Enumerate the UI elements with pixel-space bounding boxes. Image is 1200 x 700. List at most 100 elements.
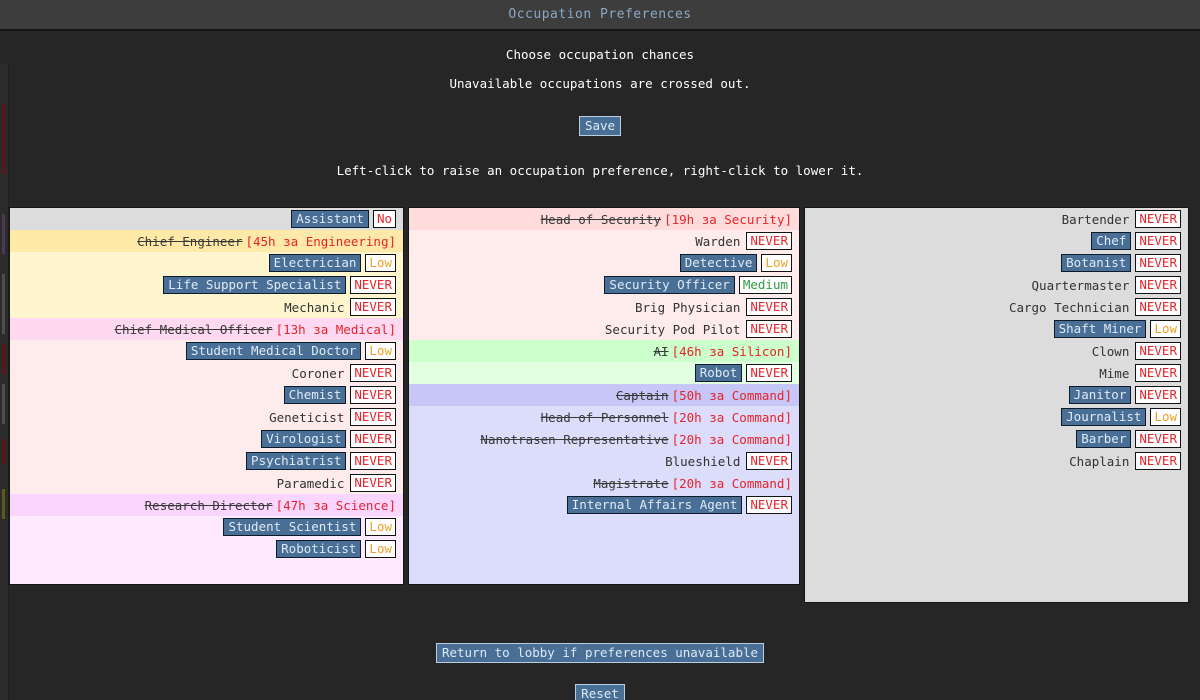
occupation-name: Research Director xyxy=(144,497,273,513)
occupation-row: Clown NEVER xyxy=(805,340,1188,362)
preference-badge[interactable]: Low xyxy=(365,342,396,360)
preference-badge[interactable]: NEVER xyxy=(746,298,792,316)
occupation-name[interactable]: Chemist xyxy=(283,386,347,404)
preference-badge[interactable]: Low xyxy=(761,254,792,272)
occupation-row: Assistant No xyxy=(10,208,403,230)
requirement-note: [20h за Command] xyxy=(671,431,792,447)
occupation-name[interactable]: Robot xyxy=(694,364,743,382)
preference-badge[interactable]: Low xyxy=(365,540,396,558)
occupation-row: Cargo Technician NEVER xyxy=(805,296,1188,318)
occupation-row: Head of Security [19h за Security] xyxy=(409,208,799,230)
occupation-row: Captain [50h за Command] xyxy=(409,384,799,406)
return-to-lobby-wrap: Return to lobby if preferences unavailab… xyxy=(0,642,1200,663)
column-right: Bartender NEVER Chef NEVER Botanist NEVER Quar… xyxy=(804,207,1189,603)
occupation-name[interactable]: Assistant xyxy=(291,210,369,228)
preference-badge[interactable]: Low xyxy=(365,254,396,272)
occupation-row: Chief Medical Officer [13h за Medical] xyxy=(10,318,403,340)
preference-badge[interactable]: NEVER xyxy=(350,452,396,470)
occupation-name: Security Pod Pilot xyxy=(604,321,741,337)
occupation-name[interactable]: Shaft Miner xyxy=(1053,320,1147,338)
occupation-row: Internal Affairs Agent NEVER xyxy=(409,494,799,516)
preference-badge[interactable]: NEVER xyxy=(1135,386,1181,404)
preference-badge[interactable]: NEVER xyxy=(1135,276,1181,294)
occupation-name[interactable]: Electrician xyxy=(268,254,362,272)
preference-badge[interactable]: NEVER xyxy=(350,298,396,316)
preference-badge[interactable]: NEVER xyxy=(1135,298,1181,316)
preference-badge[interactable]: Low xyxy=(1150,408,1181,426)
requirement-note: [50h за Command] xyxy=(671,387,792,403)
preference-badge[interactable]: Medium xyxy=(738,276,792,294)
intro-line-2: Unavailable occupations are crossed out. xyxy=(449,76,751,91)
occupation-row: Chef NEVER xyxy=(805,230,1188,252)
preference-badge[interactable]: NEVER xyxy=(746,320,792,338)
preference-badge[interactable]: NEVER xyxy=(350,386,396,404)
occupation-name[interactable]: Virologist xyxy=(261,430,347,448)
preference-badge[interactable]: NEVER xyxy=(350,430,396,448)
column-left: Assistant No Chief Engineer [45h за Enginee… xyxy=(9,207,404,585)
occupation-row: Blueshield NEVER xyxy=(409,450,799,472)
requirement-note: [19h за Security] xyxy=(664,211,792,227)
preference-badge[interactable]: NEVER xyxy=(350,276,396,294)
occupation-row: Nanotrasen Representative [20h за Command… xyxy=(409,428,799,450)
occupation-row: Mechanic NEVER xyxy=(10,296,403,318)
occupation-name[interactable]: Life Support Specialist xyxy=(163,276,347,294)
occupation-name: Bartender xyxy=(1061,211,1130,227)
occupation-name: Nanotrasen Representative xyxy=(480,431,669,447)
occupation-name[interactable]: Chef xyxy=(1091,232,1132,250)
column-middle: Head of Security [19h за Security] Warden N… xyxy=(408,207,800,585)
preference-badge[interactable]: NEVER xyxy=(1135,364,1181,382)
preference-badge[interactable]: NEVER xyxy=(350,408,396,426)
occupation-row: Magistrate [20h за Command] xyxy=(409,472,799,494)
requirement-note: [46h за Silicon] xyxy=(671,343,792,359)
occupation-row: Chaplain NEVER xyxy=(805,450,1188,472)
preference-badge[interactable]: Low xyxy=(365,518,396,536)
occupation-name[interactable]: Botanist xyxy=(1061,254,1132,272)
occupation-name[interactable]: Student Medical Doctor xyxy=(185,342,362,360)
occupation-name[interactable]: Student Scientist xyxy=(223,518,362,536)
occupation-row: Botanist NEVER xyxy=(805,252,1188,274)
occupation-row: Psychiatrist NEVER xyxy=(10,450,403,472)
preference-badge[interactable]: NEVER xyxy=(746,452,792,470)
save-button[interactable]: Save xyxy=(578,116,622,136)
occupation-row: Security Officer Medium xyxy=(409,274,799,296)
occupation-row: Journalist Low xyxy=(805,406,1188,428)
occupation-name[interactable]: Security Officer xyxy=(604,276,735,294)
occupation-name: Chief Medical Officer xyxy=(114,321,273,337)
occupation-row: Head of Personnel [20h за Command] xyxy=(409,406,799,428)
occupation-name[interactable]: Detective xyxy=(679,254,758,272)
requirement-note: [20h за Command] xyxy=(671,409,792,425)
occupation-row: Security Pod Pilot NEVER xyxy=(409,318,799,340)
occupation-name: Magistrate xyxy=(593,475,669,491)
occupation-name: Coroner xyxy=(291,365,345,381)
occupation-row: Mime NEVER xyxy=(805,362,1188,384)
occupation-name[interactable]: Janitor xyxy=(1068,386,1132,404)
preference-badge[interactable]: Low xyxy=(1150,320,1181,338)
save-button-wrap: Save xyxy=(0,115,1200,136)
occupation-name[interactable]: Roboticist xyxy=(276,540,362,558)
preference-badge[interactable]: NEVER xyxy=(746,364,792,382)
occupation-name: Cargo Technician xyxy=(1008,299,1130,315)
preference-badge[interactable]: NEVER xyxy=(1135,430,1181,448)
window-titlebar: Occupation Preferences xyxy=(0,0,1200,31)
requirement-note: [13h за Medical] xyxy=(275,321,396,337)
preference-badge[interactable]: No xyxy=(372,210,396,228)
preference-badge[interactable]: NEVER xyxy=(1135,342,1181,360)
occupation-name[interactable]: Psychiatrist xyxy=(246,452,347,470)
preference-badge[interactable]: NEVER xyxy=(1135,452,1181,470)
occupation-name[interactable]: Barber xyxy=(1076,430,1132,448)
preference-badge[interactable]: NEVER xyxy=(746,232,792,250)
occupation-row: AI [46h за Silicon] xyxy=(409,340,799,362)
preference-badge[interactable]: NEVER xyxy=(746,496,792,514)
occupation-name[interactable]: Internal Affairs Agent xyxy=(566,496,743,514)
click-hint: Left-click to raise an occupation prefer… xyxy=(336,163,864,178)
preference-badge[interactable]: NEVER xyxy=(1135,254,1181,272)
preference-badge[interactable]: NEVER xyxy=(1135,232,1181,250)
preference-badge[interactable]: NEVER xyxy=(350,474,396,492)
left-edge-scrollbar[interactable] xyxy=(0,64,9,700)
return-to-lobby-button[interactable]: Return to lobby if preferences unavailab… xyxy=(435,643,765,663)
preference-badge[interactable]: NEVER xyxy=(1135,210,1181,228)
reset-button[interactable]: Reset xyxy=(575,684,625,700)
occupation-name[interactable]: Journalist xyxy=(1061,408,1147,426)
reset-button-wrap: Reset xyxy=(0,683,1200,700)
preference-badge[interactable]: NEVER xyxy=(350,364,396,382)
